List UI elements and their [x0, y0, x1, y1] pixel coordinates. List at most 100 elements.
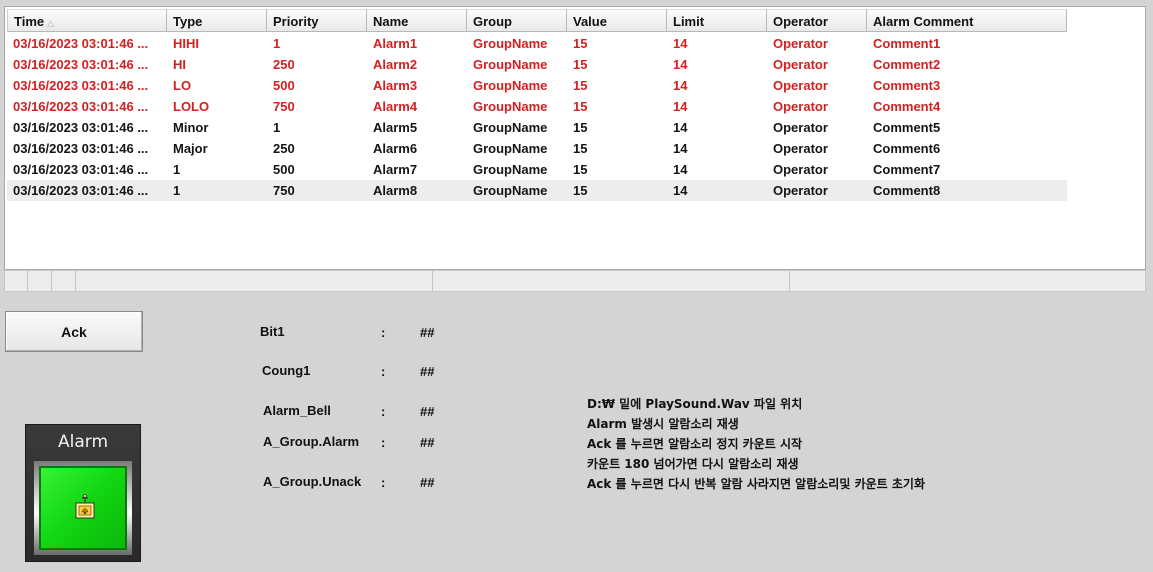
alarm-panel-title: Alarm	[57, 432, 109, 452]
table-row[interactable]: 03/16/2023 03:01:46 ... LOLO 750 Alarm4 Grou…	[7, 96, 1067, 117]
table-cell: 14	[673, 120, 688, 135]
table-cell: 1	[273, 36, 281, 51]
table-cell: Alarm6	[373, 141, 418, 156]
column-header-label: Type	[173, 14, 203, 29]
table-cell: Alarm3	[373, 78, 418, 93]
status-segment	[51, 271, 76, 291]
table-row[interactable]: 03/16/2023 03:01:46 ... HIHI 1 Alarm1 GroupN…	[7, 33, 1067, 54]
table-cell: Comment1	[873, 36, 941, 51]
column-header-label: Priority	[273, 14, 319, 29]
table-cell: Comment2	[873, 57, 941, 72]
table-cell: Alarm1	[373, 36, 418, 51]
table-cell: Alarm2	[373, 57, 418, 72]
table-cell: 03/16/2023 03:01:46 ...	[13, 78, 149, 93]
table-cell: 500	[273, 78, 295, 93]
note-line: Ack 를 누르면 알람소리 정지 카운트 시작	[587, 437, 803, 451]
table-cell: 14	[673, 78, 688, 93]
tag-separator: :	[381, 404, 386, 419]
table-row[interactable]: 03/16/2023 03:01:46 ... 1 750 Alarm8 GroupNa…	[7, 180, 1067, 201]
table-cell: LOLO	[173, 99, 210, 114]
status-segment	[75, 271, 433, 291]
table-cell: GroupName	[473, 162, 548, 177]
table-cell: Operator	[773, 78, 828, 93]
table-cell: 15	[573, 36, 588, 51]
table-cell: 14	[673, 99, 688, 114]
table-cell: 15	[573, 162, 588, 177]
alarm-lamp[interactable]	[39, 466, 127, 550]
column-header-label: Limit	[673, 14, 705, 29]
grid-status-bar	[4, 270, 1146, 292]
alarm-grid[interactable]: Time △ Type Priority Name Group Value Limit Oper…	[4, 6, 1146, 270]
column-header-type[interactable]: Type	[167, 9, 267, 32]
ack-button[interactable]: Ack	[5, 311, 143, 352]
table-cell: Operator	[773, 183, 828, 198]
column-header-alarm-comment[interactable]: Alarm Comment	[867, 9, 1067, 32]
column-header-time[interactable]: Time △	[7, 9, 167, 32]
table-cell: 14	[673, 141, 688, 156]
table-cell: 14	[673, 36, 688, 51]
table-cell: 14	[673, 183, 688, 198]
column-header-label: Operator	[773, 14, 828, 29]
table-cell: 1	[173, 162, 181, 177]
tag-value: ##	[420, 475, 435, 490]
table-cell: Comment6	[873, 141, 941, 156]
tag-value: ##	[420, 325, 435, 340]
table-cell: 03/16/2023 03:01:46 ...	[13, 141, 149, 156]
sort-ascending-icon: △	[47, 18, 55, 28]
table-cell: Operator	[773, 120, 828, 135]
table-row[interactable]: 03/16/2023 03:01:46 ... HI 250 Alarm2 GroupN…	[7, 54, 1067, 75]
tag-value: ##	[420, 435, 435, 450]
note-line: D:₩ 밑에 PlaySound.Wav 파일 위치	[587, 397, 803, 411]
table-cell: 500	[273, 162, 295, 177]
column-header-label: Alarm Comment	[873, 14, 974, 29]
note-line: 카운트 180 넘어가면 다시 알람소리 재생	[587, 457, 799, 471]
table-row[interactable]: 03/16/2023 03:01:46 ... 1 500 Alarm7 GroupNa…	[7, 159, 1067, 180]
column-header-label: Time	[14, 14, 45, 29]
tag-label: A_Group.Alarm	[263, 434, 360, 449]
tag-separator: :	[381, 475, 386, 490]
instruction-notes: D:₩ 밑에 PlaySound.Wav 파일 위치 Alarm 발생시 알람소리…	[587, 394, 925, 494]
column-header-group[interactable]: Group	[467, 9, 567, 32]
table-cell: 03/16/2023 03:01:46 ...	[13, 183, 149, 198]
table-cell: 14	[673, 57, 688, 72]
column-header-operator[interactable]: Operator	[767, 9, 867, 32]
table-cell: Operator	[773, 99, 828, 114]
tag-label: A_Group.Unack	[263, 474, 362, 489]
table-cell: LO	[173, 78, 192, 93]
table-cell: 03/16/2023 03:01:46 ...	[13, 36, 149, 51]
note-line: Alarm 발생시 알람소리 재생	[587, 417, 739, 431]
tag-separator: :	[381, 325, 386, 340]
table-cell: 15	[573, 57, 588, 72]
table-cell: 15	[573, 99, 588, 114]
table-cell: GroupName	[473, 78, 548, 93]
alarm-bell-icon	[75, 494, 95, 519]
table-cell: 250	[273, 57, 295, 72]
table-row[interactable]: 03/16/2023 03:01:46 ... Major 250 Alarm6 Gro…	[7, 138, 1067, 159]
grid-header: Time △ Type Priority Name Group Value Limit Oper…	[7, 9, 1067, 32]
column-header-value[interactable]: Value	[567, 9, 667, 32]
table-cell: Comment8	[873, 183, 941, 198]
table-cell: 750	[273, 99, 295, 114]
table-cell: Alarm4	[373, 99, 418, 114]
note-line: Ack 를 누르면 다시 반복 알람 사라지면 알람소리및 카운트 초기화	[587, 477, 925, 491]
column-header-priority[interactable]: Priority	[267, 9, 367, 32]
column-header-name[interactable]: Name	[367, 9, 467, 32]
grid-body: 03/16/2023 03:01:46 ... HIHI 1 Alarm1 GroupN…	[7, 33, 1067, 201]
table-cell: 03/16/2023 03:01:46 ...	[13, 162, 149, 177]
tag-separator: :	[381, 364, 386, 379]
tag-label: Bit1	[260, 324, 285, 339]
column-header-label: Group	[473, 14, 512, 29]
status-segment	[27, 271, 52, 291]
table-cell: GroupName	[473, 183, 548, 198]
alarm-lamp-frame	[34, 461, 132, 555]
table-row[interactable]: 03/16/2023 03:01:46 ... Minor 1 Alarm5 Group…	[7, 117, 1067, 138]
status-segment	[5, 271, 28, 291]
table-cell: GroupName	[473, 141, 548, 156]
tag-value: ##	[420, 364, 435, 379]
column-header-label: Name	[373, 14, 409, 29]
column-header-limit[interactable]: Limit	[667, 9, 767, 32]
table-cell: Comment3	[873, 78, 941, 93]
table-row[interactable]: 03/16/2023 03:01:46 ... LO 500 Alarm3 GroupN…	[7, 75, 1067, 96]
table-cell: Operator	[773, 162, 828, 177]
column-header-label: Value	[573, 14, 607, 29]
